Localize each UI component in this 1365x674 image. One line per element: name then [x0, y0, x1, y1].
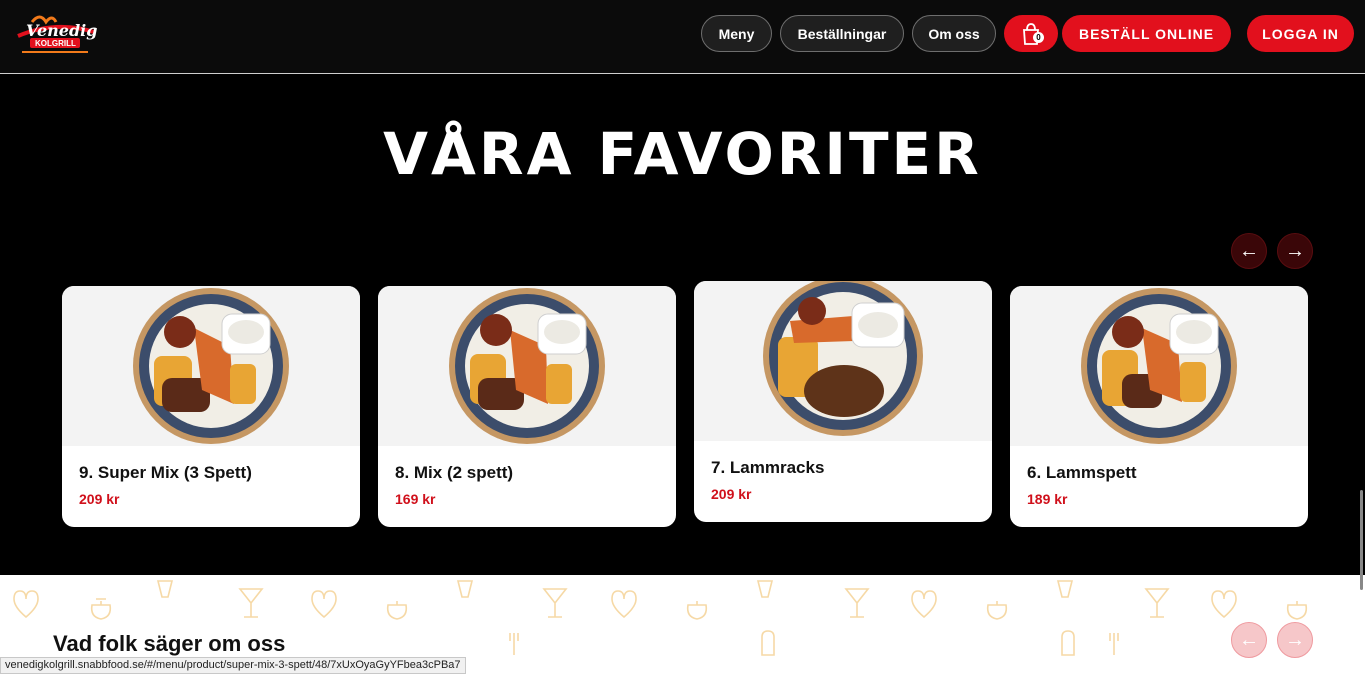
favorites-section: VÅRA FAVORITER ← → 9. Super Mix (3 Spett… [0, 75, 1365, 575]
favorites-title: VÅRA FAVORITER [383, 120, 982, 188]
nav-om-oss-label: Om oss [928, 25, 980, 42]
arrow-right-icon: → [1285, 628, 1305, 651]
order-online-button[interactable]: BESTÄLL ONLINE [1062, 15, 1231, 52]
product-name: 9. Super Mix (3 Spett) [79, 463, 252, 482]
product-image [378, 286, 676, 446]
order-online-label: BESTÄLL ONLINE [1078, 25, 1215, 42]
product-price: 189 kr [1027, 491, 1068, 507]
product-image [694, 281, 992, 441]
nav-bestallningar-label: Beställningar [797, 25, 887, 42]
page-scrollbar[interactable] [1360, 490, 1363, 590]
testimonials-next-button[interactable]: → [1277, 622, 1313, 658]
testimonials-title: Vad folk säger om oss [53, 631, 286, 656]
carousel-next-button[interactable]: → [1277, 233, 1313, 269]
testimonials-prev-button[interactable]: ← [1231, 622, 1267, 658]
product-card[interactable]: 8. Mix (2 spett) 169 kr [378, 286, 676, 527]
nav-om-oss-button[interactable]: Om oss [912, 15, 996, 52]
product-name: 8. Mix (2 spett) [395, 463, 514, 482]
login-label: LOGGA IN [1262, 25, 1339, 42]
product-card[interactable]: 7. Lammracks 209 kr [694, 281, 992, 522]
food-plate-icon [763, 281, 923, 436]
food-plate-icon [133, 288, 289, 444]
cart-button[interactable]: 0 [1004, 15, 1058, 52]
site-header: Venedig KOLGRILL Meny Beställningar Om o… [0, 0, 1365, 74]
product-image [1010, 286, 1308, 446]
nav-meny-label: Meny [718, 25, 755, 42]
product-image [62, 286, 360, 446]
product-price: 209 kr [711, 486, 752, 502]
logo[interactable]: Venedig KOLGRILL [12, 10, 98, 60]
cart-icon: 0 [1020, 22, 1044, 46]
link-status-bar: venedigkolgrill.snabbfood.se/#/menu/prod… [0, 657, 466, 674]
food-plate-icon [449, 288, 605, 444]
product-name: 6. Lammspett [1027, 463, 1137, 482]
carousel-prev-button[interactable]: ← [1231, 233, 1267, 269]
login-button[interactable]: LOGGA IN [1247, 15, 1354, 52]
logo-script-text: Venedig [26, 21, 97, 40]
cart-count-badge: 0 [1033, 31, 1044, 43]
nav-bestallningar-button[interactable]: Beställningar [780, 15, 904, 52]
product-price: 209 kr [79, 491, 120, 507]
arrow-right-icon: → [1285, 239, 1305, 262]
arrow-left-icon: ← [1239, 239, 1259, 262]
product-price: 169 kr [395, 491, 436, 507]
product-card[interactable]: 9. Super Mix (3 Spett) 209 kr [62, 286, 360, 527]
product-name: 7. Lammracks [711, 458, 825, 477]
nav-meny-button[interactable]: Meny [701, 15, 772, 52]
logo-badge-text: KOLGRILL [35, 39, 76, 48]
arrow-left-icon: ← [1239, 628, 1259, 651]
food-plate-icon [1081, 288, 1237, 444]
product-card[interactable]: 6. Lammspett 189 kr [1010, 286, 1308, 527]
